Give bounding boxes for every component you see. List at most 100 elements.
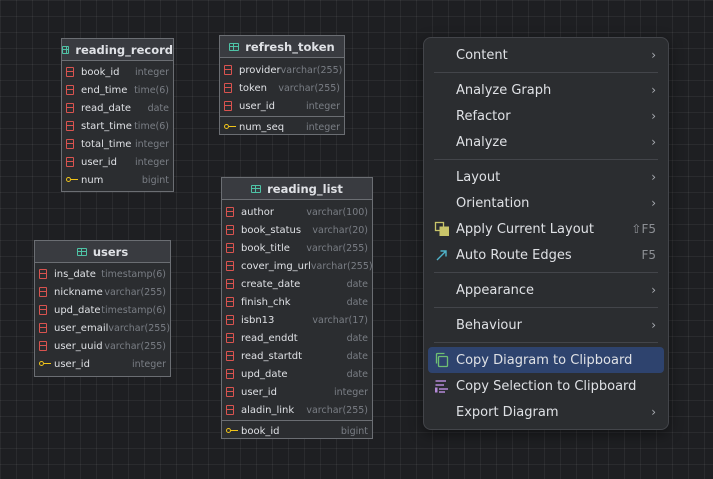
column-icon — [226, 387, 234, 397]
column-row[interactable]: user_uuid varchar(255) — [35, 337, 170, 355]
column-type: time(6) — [134, 120, 169, 132]
table-columns: author varchar(100) book_status varchar(20… — [222, 200, 373, 442]
column-type: integer — [333, 386, 368, 398]
menu-item-refactor[interactable]: Refactor › — [428, 103, 664, 129]
column-row[interactable]: read_startdt date — [222, 347, 372, 365]
column-row[interactable]: upd_date date — [222, 365, 372, 383]
key-row[interactable]: user_id integer — [35, 355, 170, 373]
menu-separator — [434, 272, 658, 273]
menu-item-label: Layout — [456, 169, 501, 185]
menu-item-layout[interactable]: Layout › — [428, 164, 664, 190]
column-row[interactable]: read_date date — [62, 99, 173, 117]
column-row[interactable]: provider varchar(255) — [220, 61, 344, 79]
submenu-arrow-icon: › — [651, 283, 656, 297]
submenu-arrow-icon: › — [651, 83, 656, 97]
column-row[interactable]: total_time integer — [62, 135, 173, 153]
column-type: bigint — [340, 425, 368, 437]
column-type: date — [346, 350, 368, 362]
column-row[interactable]: read_enddt date — [222, 329, 372, 347]
column-icon — [39, 287, 47, 297]
menu-item-export-diagram[interactable]: Export Diagram › — [428, 399, 664, 425]
column-icon — [66, 103, 74, 113]
table-header[interactable]: users — [35, 241, 170, 263]
column-row[interactable]: token varchar(255) — [220, 79, 344, 97]
column-icon — [224, 65, 232, 75]
column-row[interactable]: author varchar(100) — [222, 203, 372, 221]
menu-item-auto-route-edges[interactable]: Auto Route Edges F5 — [428, 242, 664, 268]
column-type: date — [346, 368, 368, 380]
table-reading-list[interactable]: reading_list author varchar(100) book_sta… — [221, 177, 373, 439]
column-type: timestamp(6) — [101, 304, 166, 316]
column-row[interactable]: nickname varchar(255) — [35, 283, 170, 301]
column-name: read_date — [81, 102, 132, 114]
table-reading-record[interactable]: reading_record book_id integer end_time ti… — [61, 38, 174, 192]
column-row[interactable]: start_time time(6) — [62, 117, 173, 135]
menu-item-copy-selection[interactable]: Copy Selection to Clipboard — [428, 373, 664, 399]
menu-item-analyze-graph[interactable]: Analyze Graph › — [428, 77, 664, 103]
table-users[interactable]: users ins_date timestamp(6) nickname varch… — [34, 240, 171, 377]
column-icon — [226, 279, 234, 289]
column-icon — [66, 157, 74, 167]
column-type: varchar(100) — [306, 206, 368, 218]
column-name: start_time — [81, 120, 132, 132]
column-row[interactable]: ins_date timestamp(6) — [35, 265, 170, 283]
column-row[interactable]: end_time time(6) — [62, 81, 173, 99]
column-type: date — [346, 296, 368, 308]
column-type: varchar(255) — [306, 404, 368, 416]
column-row[interactable]: create_date date — [222, 275, 372, 293]
key-row[interactable]: num bigint — [62, 171, 173, 189]
column-row[interactable]: upd_date timestamp(6) — [35, 301, 170, 319]
column-icon — [66, 67, 74, 77]
column-type: bigint — [141, 174, 169, 186]
table-columns: ins_date timestamp(6) nickname varchar(255… — [35, 263, 170, 375]
column-icon — [226, 333, 234, 343]
menu-separator — [434, 159, 658, 160]
copy-selection-icon — [434, 378, 450, 394]
menu-separator — [434, 342, 658, 343]
column-name: token — [239, 82, 267, 94]
column-row[interactable]: finish_chk date — [222, 293, 372, 311]
column-row[interactable]: aladin_link varchar(255) — [222, 401, 372, 419]
table-columns: book_id integer end_time time(6) read_date… — [62, 61, 173, 191]
table-refresh-token[interactable]: refresh_token provider varchar(255) token… — [219, 35, 345, 135]
column-type: varchar(255) — [278, 82, 340, 94]
menu-item-copy-diagram[interactable]: Copy Diagram to Clipboard — [428, 347, 664, 373]
column-icon — [226, 351, 234, 361]
key-row[interactable]: book_id bigint — [222, 422, 372, 440]
column-row[interactable]: book_title varchar(255) — [222, 239, 372, 257]
menu-item-apply-current-layout[interactable]: Apply Current Layout ⇧F5 — [428, 216, 664, 242]
column-type: integer — [134, 66, 169, 78]
column-icon — [39, 305, 47, 315]
table-header[interactable]: reading_list — [222, 178, 372, 200]
column-name: book_id — [241, 425, 280, 437]
menu-item-orientation[interactable]: Orientation › — [428, 190, 664, 216]
column-row[interactable]: user_id integer — [62, 153, 173, 171]
menu-item-content[interactable]: Content › — [428, 42, 664, 68]
column-row[interactable]: book_id integer — [62, 63, 173, 81]
menu-separator — [434, 307, 658, 308]
menu-item-analyze[interactable]: Analyze › — [428, 129, 664, 155]
column-row[interactable]: book_status varchar(20) — [222, 221, 372, 239]
key-row[interactable]: num_seq integer — [220, 118, 344, 136]
table-columns: provider varchar(255) token varchar(255) u… — [220, 58, 344, 138]
column-row[interactable]: isbn13 varchar(17) — [222, 311, 372, 329]
menu-item-label: Appearance — [456, 282, 535, 298]
submenu-arrow-icon: › — [651, 48, 656, 62]
column-icon — [226, 297, 234, 307]
column-icon — [66, 121, 74, 131]
menu-item-behaviour[interactable]: Behaviour › — [428, 312, 664, 338]
column-icon — [66, 85, 74, 95]
column-icon — [226, 243, 234, 253]
column-row[interactable]: cover_img_url varchar(255) — [222, 257, 373, 275]
column-type: varchar(20) — [312, 224, 368, 236]
column-row[interactable]: user_id integer — [220, 97, 344, 115]
column-type: date — [346, 278, 368, 290]
menu-item-appearance[interactable]: Appearance › — [428, 277, 664, 303]
column-row[interactable]: user_email varchar(255) — [35, 319, 170, 337]
column-type: varchar(255) — [108, 322, 171, 334]
column-row[interactable]: user_id integer — [222, 383, 372, 401]
table-header[interactable]: reading_record — [62, 39, 173, 61]
table-header[interactable]: refresh_token — [220, 36, 344, 58]
column-type: varchar(255) — [104, 286, 166, 298]
column-type: varchar(255) — [306, 242, 368, 254]
